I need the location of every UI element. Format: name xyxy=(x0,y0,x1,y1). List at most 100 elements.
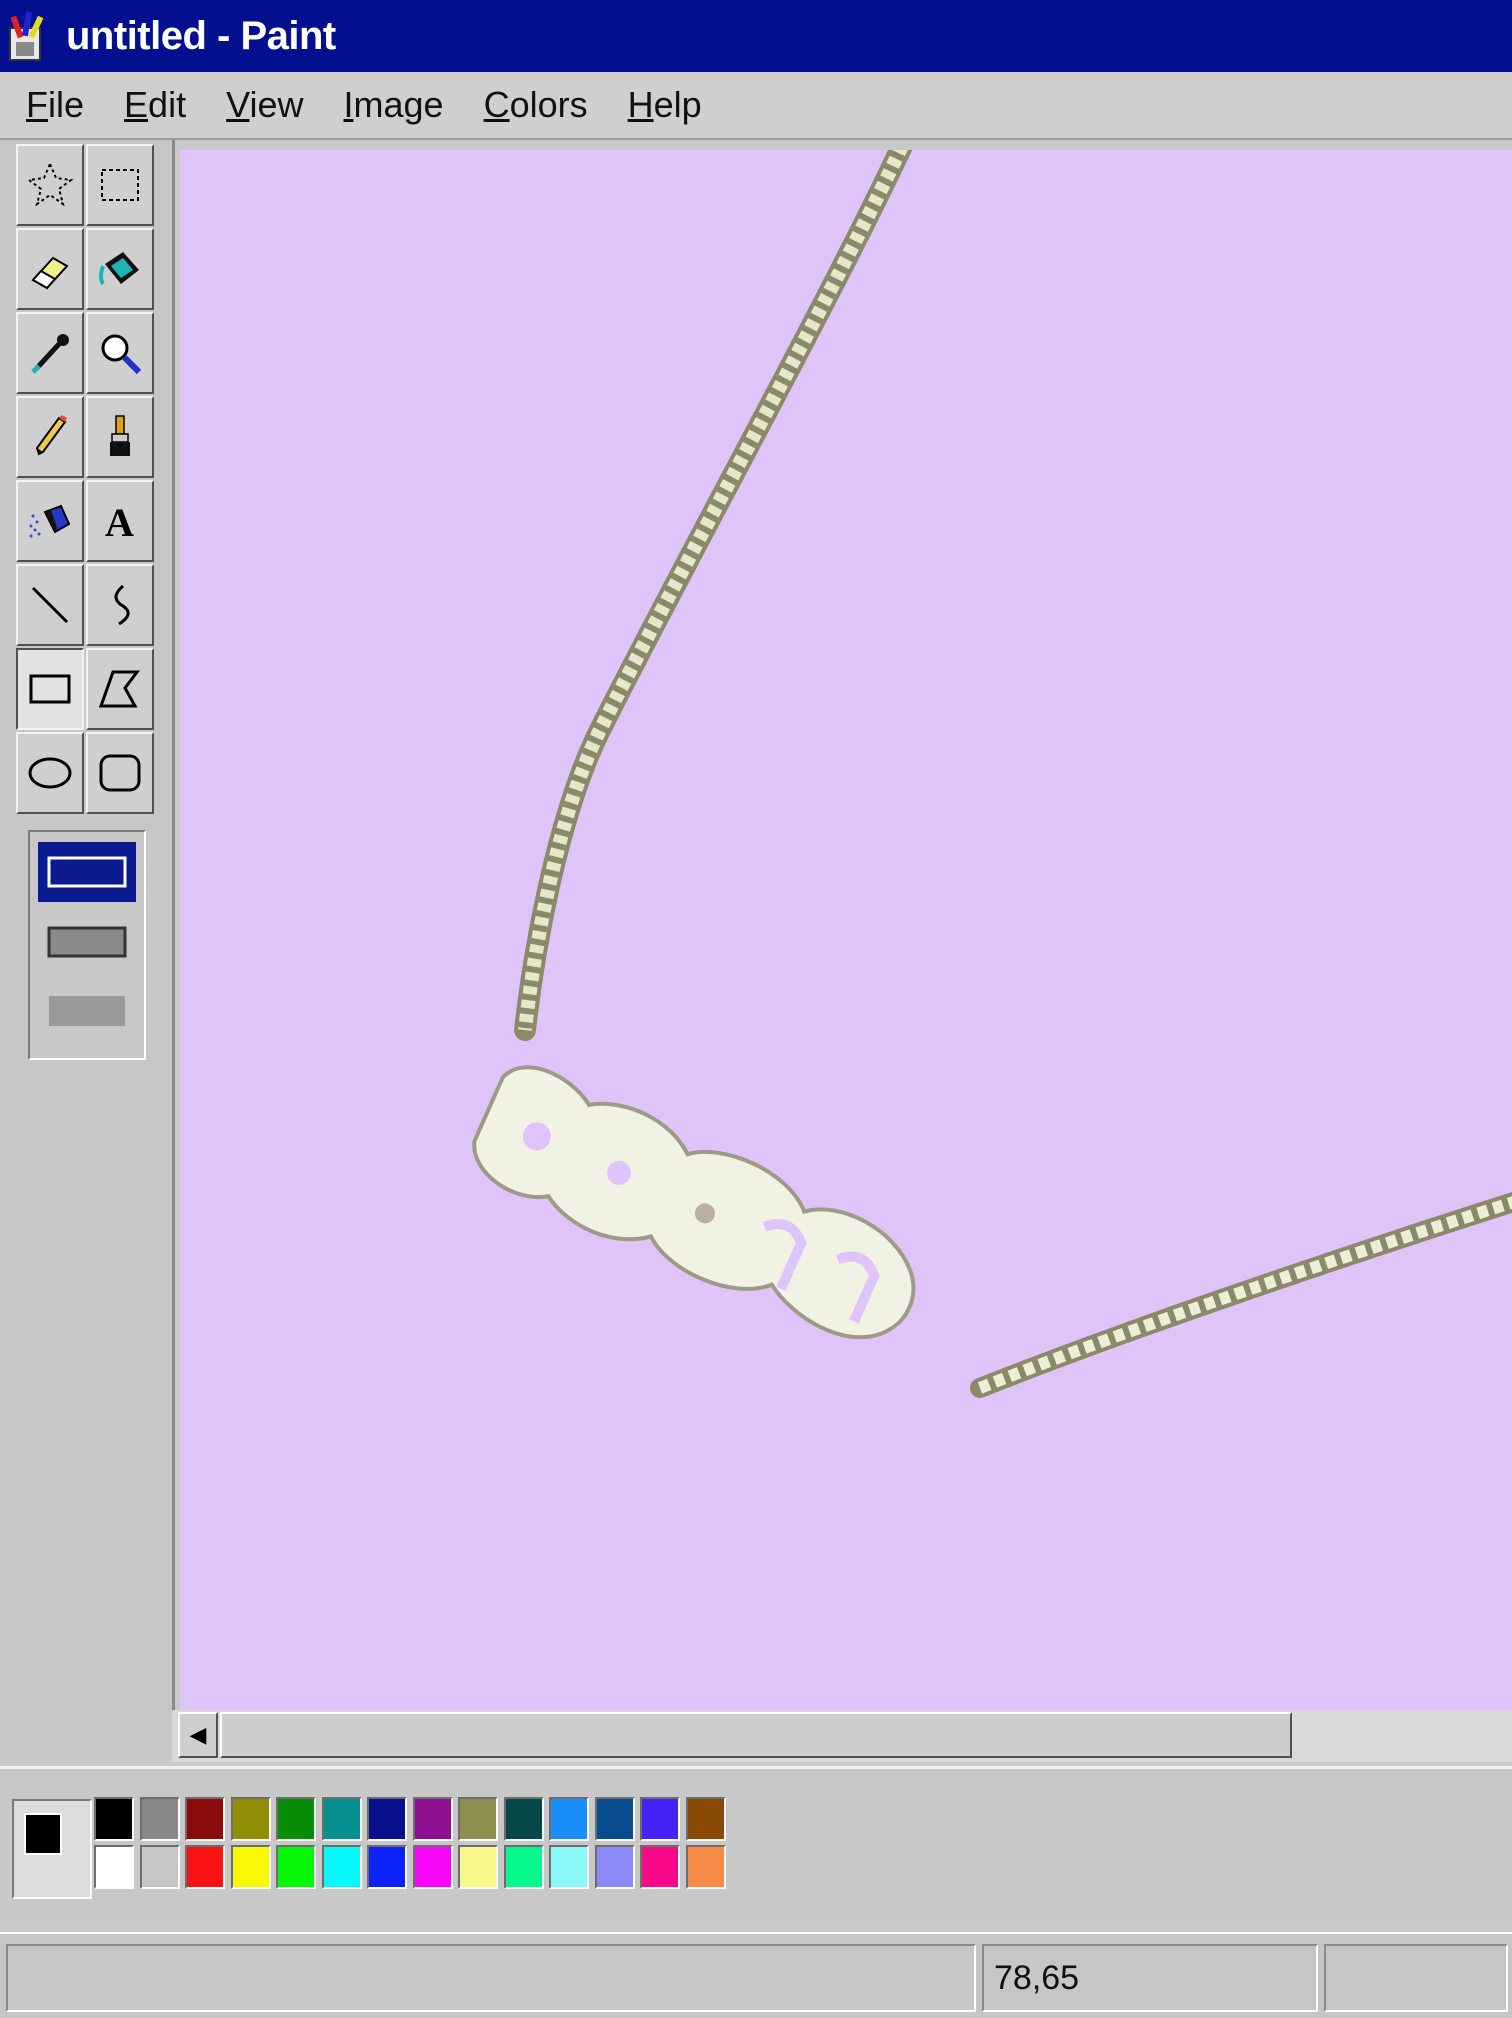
brush-tool[interactable] xyxy=(86,396,154,478)
menu-help[interactable]: Help xyxy=(624,82,706,128)
current-colors xyxy=(12,1799,92,1899)
fill-style-options xyxy=(28,830,146,1060)
magnifier-icon xyxy=(101,334,142,375)
svg-text:A: A xyxy=(105,500,134,545)
fill-option-outline-fill[interactable] xyxy=(38,912,136,972)
color-swatch[interactable] xyxy=(139,1797,180,1841)
color-swatch[interactable] xyxy=(412,1845,453,1889)
color-swatch[interactable] xyxy=(594,1797,635,1841)
curve-tool[interactable] xyxy=(86,564,154,646)
eraser-tool[interactable] xyxy=(16,228,84,310)
cursor-coordinates: 78,65 xyxy=(994,1958,1080,1997)
color-swatch[interactable] xyxy=(412,1797,453,1841)
rect-select-tool[interactable] xyxy=(86,144,154,226)
outline-fill-rect-icon xyxy=(47,926,127,958)
menu-file[interactable]: File xyxy=(22,82,88,128)
color-swatch[interactable] xyxy=(94,1797,134,1841)
color-swatch[interactable] xyxy=(503,1797,544,1841)
color-swatch[interactable] xyxy=(185,1845,225,1889)
fill-tool[interactable] xyxy=(86,228,154,310)
fill-rect-icon xyxy=(49,996,125,1026)
menu-image[interactable]: Image xyxy=(339,82,447,128)
line-icon xyxy=(31,586,69,624)
scroll-left-arrow-icon: ◀ xyxy=(189,1722,207,1747)
pencil-tool[interactable] xyxy=(16,396,84,478)
scroll-left-button[interactable]: ◀ xyxy=(178,1712,218,1758)
curve-icon xyxy=(114,584,130,626)
status-coords-pane: 78,65 xyxy=(982,1944,1318,2012)
menu-colors-key: C xyxy=(483,84,510,125)
polygon-tool[interactable] xyxy=(86,648,154,730)
color-swatch[interactable] xyxy=(321,1845,362,1889)
menu-colors[interactable]: Colors xyxy=(480,82,592,128)
outline-rect-icon xyxy=(47,856,127,888)
color-swatch[interactable] xyxy=(594,1845,635,1889)
color-swatch[interactable] xyxy=(321,1797,362,1841)
line-tool[interactable] xyxy=(16,564,84,646)
color-swatch[interactable] xyxy=(503,1845,544,1889)
color-swatch[interactable] xyxy=(367,1845,407,1889)
fill-option-fill[interactable] xyxy=(38,980,136,1040)
menu-view-rest: iew xyxy=(249,84,304,125)
color-palette xyxy=(0,1766,1512,1919)
menu-help-key: H xyxy=(627,84,654,125)
menu-image-key: I xyxy=(343,84,354,125)
color-swatch[interactable] xyxy=(685,1797,726,1841)
color-swatch[interactable] xyxy=(458,1845,498,1889)
color-swatch[interactable] xyxy=(185,1797,225,1841)
menu-file-key: F xyxy=(26,84,48,125)
color-swatch[interactable] xyxy=(276,1797,316,1841)
airbrush-tool[interactable] xyxy=(16,480,84,562)
free-form-select-tool[interactable] xyxy=(16,144,84,226)
menu-edit[interactable]: Edit xyxy=(120,82,190,128)
scroll-thumb[interactable] xyxy=(220,1712,1292,1758)
color-swatch[interactable] xyxy=(685,1845,726,1889)
paint-app-icon xyxy=(9,11,44,61)
ellipse-tool[interactable] xyxy=(16,732,84,814)
pick-color-tool[interactable] xyxy=(16,312,84,394)
status-message-pane xyxy=(6,1944,976,2012)
foreground-color xyxy=(24,1813,62,1855)
color-swatch[interactable] xyxy=(458,1797,498,1841)
color-swatch[interactable] xyxy=(549,1845,589,1889)
rectangle-tool[interactable] xyxy=(16,648,84,730)
necklace-image xyxy=(472,150,1512,1398)
color-swatch[interactable] xyxy=(230,1797,271,1841)
menu-edit-key: E xyxy=(124,84,149,125)
color-swatch[interactable] xyxy=(640,1845,680,1889)
text-tool[interactable]: A xyxy=(86,480,154,562)
rounded-rectangle-tool[interactable] xyxy=(86,732,154,814)
eraser-icon xyxy=(31,256,69,290)
color-swatch[interactable] xyxy=(549,1797,589,1841)
fill-option-outline[interactable] xyxy=(38,842,136,902)
menu-edit-rest: dit xyxy=(148,84,187,125)
polygon-icon xyxy=(98,670,140,708)
toolbox: A xyxy=(0,140,175,1760)
text-icon: A xyxy=(105,500,134,545)
free-form-select-icon xyxy=(26,161,74,207)
pick-color-icon xyxy=(31,334,69,374)
color-swatch[interactable] xyxy=(367,1797,407,1841)
brush-icon xyxy=(110,415,130,456)
pencil-icon xyxy=(35,415,67,456)
ellipse-icon xyxy=(28,757,72,789)
rectangle-icon xyxy=(29,674,71,704)
menu-view[interactable]: View xyxy=(222,82,307,128)
nameplate xyxy=(472,1065,916,1340)
menu-colors-rest: olors xyxy=(509,84,588,125)
rounded-rectangle-icon xyxy=(99,754,141,792)
window-title: untitled - Paint xyxy=(66,13,336,58)
color-swatch[interactable] xyxy=(640,1797,680,1841)
color-swatch[interactable] xyxy=(230,1845,271,1889)
color-swatch[interactable] xyxy=(94,1845,134,1889)
color-swatch[interactable] xyxy=(139,1845,180,1889)
menu-image-rest: mage xyxy=(353,84,444,125)
color-swatch[interactable] xyxy=(276,1845,316,1889)
drawing-canvas[interactable] xyxy=(180,150,1512,1710)
fill-icon xyxy=(99,252,139,286)
magnifier-tool[interactable] xyxy=(86,312,154,394)
status-bar: 78,65 xyxy=(0,1932,1512,2018)
airbrush-icon xyxy=(29,504,71,538)
menu-help-rest: elp xyxy=(653,84,702,125)
horizontal-scrollbar[interactable]: ◀ xyxy=(172,1710,1512,1762)
